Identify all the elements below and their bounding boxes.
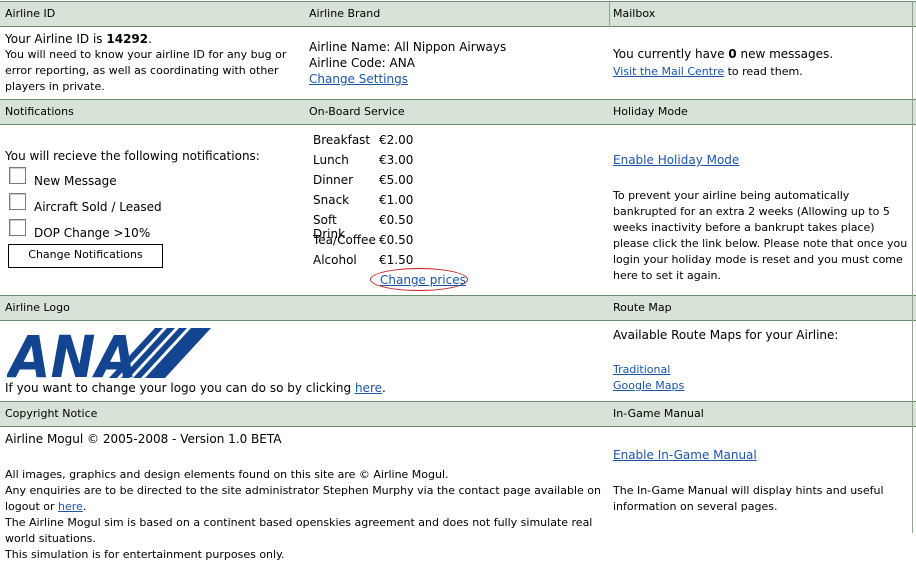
copyright-header: Copyright Notice xyxy=(5,407,98,420)
column-divider xyxy=(609,1,610,27)
manual-description: The In-Game Manual will display hints an… xyxy=(613,484,884,513)
airline-id-line: Your Airline ID is 14292. xyxy=(5,32,152,46)
visit-mail-centre-link[interactable]: Visit the Mail Centre xyxy=(613,65,724,78)
route-map-header: Route Map xyxy=(613,301,672,314)
section-header-row-4: Copyright Notice In-Game Manual xyxy=(0,401,916,427)
aircraft-sold-leased-label: Aircraft Sold / Leased xyxy=(34,200,162,214)
route-map-intro: Available Route Maps for your Airline: xyxy=(613,328,839,342)
change-logo-link[interactable]: here xyxy=(355,381,382,395)
manual-header: In-Game Manual xyxy=(613,407,704,420)
copyright-line: Airline Mogul © 2005-2008 - Version 1.0 … xyxy=(5,432,282,446)
ana-logo-text: ANA xyxy=(7,324,137,380)
traditional-route-map-link[interactable]: Traditional xyxy=(613,363,670,376)
change-logo-line: If you want to change your logo you can … xyxy=(5,381,386,395)
enable-in-game-manual-link[interactable]: Enable In-Game Manual xyxy=(613,448,757,462)
section-header-row-1: Airline ID Airline Brand Mailbox xyxy=(0,1,916,27)
mail-centre-line: Visit the Mail Centre to read them. xyxy=(613,65,803,78)
onboard-service-header: On-Board Service xyxy=(309,105,405,118)
copyright-paragraph: All images, graphics and design elements… xyxy=(5,468,601,561)
airline-id-description: You will need to know your airline ID fo… xyxy=(5,48,287,93)
airline-brand-header: Airline Brand xyxy=(309,7,381,20)
column-divider xyxy=(912,1,913,533)
airline-name-line: Airline Name: All Nippon Airways xyxy=(309,40,507,54)
section-header-row-2: Notifications On-Board Service Holiday M… xyxy=(0,99,916,125)
mailbox-header: Mailbox xyxy=(613,7,656,20)
mailbox-status: You currently have 0 new messages. xyxy=(613,47,834,61)
change-prices-link[interactable]: Change prices xyxy=(380,273,466,287)
aircraft-sold-leased-checkbox[interactable] xyxy=(9,193,26,210)
holiday-mode-header: Holiday Mode xyxy=(613,105,688,118)
dop-change-label: DOP Change >10% xyxy=(34,226,151,240)
airline-logo-header: Airline Logo xyxy=(5,301,70,314)
ana-logo-graphic: ANA xyxy=(5,323,211,391)
airline-code-line: Airline Code: ANA xyxy=(309,56,415,70)
section-header-row-3: Airline Logo Route Map xyxy=(0,295,916,321)
change-notifications-button[interactable]: Change Notifications xyxy=(8,244,163,268)
enable-holiday-mode-link[interactable]: Enable Holiday Mode xyxy=(613,153,739,167)
new-message-checkbox[interactable] xyxy=(9,167,26,184)
airline-id-value: 14292 xyxy=(106,32,149,46)
change-settings-link[interactable]: Change Settings xyxy=(309,72,408,86)
new-message-label: New Message xyxy=(34,174,117,188)
google-maps-route-map-link[interactable]: Google Maps xyxy=(613,379,684,392)
dop-change-checkbox[interactable] xyxy=(9,219,26,236)
holiday-mode-description: To prevent your airline being automatica… xyxy=(613,189,908,282)
airline-id-header: Airline ID xyxy=(5,7,56,20)
ana-logo: ANA xyxy=(5,323,211,391)
notifications-intro: You will recieve the following notificat… xyxy=(5,149,260,163)
airline-code: ANA xyxy=(389,56,415,70)
contact-here-link[interactable]: here xyxy=(58,500,83,513)
message-count: 0 xyxy=(728,47,737,61)
airline-name: All Nippon Airways xyxy=(394,40,507,54)
notifications-header: Notifications xyxy=(5,105,74,118)
